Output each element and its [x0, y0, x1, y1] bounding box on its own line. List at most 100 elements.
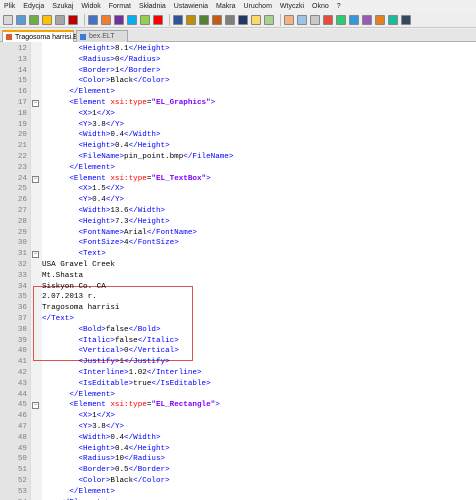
toolbar-button-icon[interactable]: [401, 14, 411, 25]
tab-bex[interactable]: bex.ELT: [76, 30, 128, 42]
menu-item[interactable]: Uruchom: [240, 3, 276, 10]
code-line[interactable]: 50 <Radius>10</Radius>: [0, 454, 476, 465]
fold-toggle-icon[interactable]: −: [32, 175, 39, 183]
code-line[interactable]: 37 </Text>: [0, 314, 476, 325]
code-line[interactable]: 24− <Element xsi:type="EL_TextBox">: [0, 174, 476, 185]
menu-item[interactable]: Okno: [308, 3, 333, 10]
toolbar-button-icon[interactable]: [336, 14, 346, 25]
line-number: 35: [17, 293, 27, 302]
line-number: 17: [17, 99, 27, 107]
code-line[interactable]: 21 <Height>0.4</Height>: [0, 141, 476, 152]
code-line[interactable]: 30 <FontSize>4</FontSize>: [0, 238, 476, 249]
toolbar-button-icon[interactable]: [284, 14, 294, 25]
code-line[interactable]: 22 <FileName>pin_point.bmp</FileName>: [0, 152, 476, 163]
code-line[interactable]: 26 <Y>0.4</Y>: [0, 195, 476, 206]
fold-toggle-icon[interactable]: −: [32, 100, 39, 107]
code-line[interactable]: 43 <IsEditable>true</IsEditable>: [0, 379, 476, 390]
code-text: <IsEditable>true</IsEditable>: [78, 379, 211, 388]
toolbar-button-icon[interactable]: [251, 14, 261, 25]
toolbar-button-icon[interactable]: [153, 14, 163, 25]
code-line[interactable]: 49 <Height>0.4</Height>: [0, 444, 476, 455]
menu-item[interactable]: ?: [333, 3, 345, 10]
toolbar-button-icon[interactable]: [68, 14, 78, 25]
code-line[interactable]: 15 <Color>Black</Color>: [0, 76, 476, 87]
code-line[interactable]: 20 <Width>0.4</Width>: [0, 130, 476, 141]
toolbar-button-icon[interactable]: [225, 14, 235, 25]
toolbar-button-icon[interactable]: [127, 14, 137, 25]
toolbar-button-icon[interactable]: [297, 14, 307, 25]
code-line[interactable]: 16 </Element>: [0, 87, 476, 98]
toolbar-button-icon[interactable]: [186, 14, 196, 25]
toolbar-button-icon[interactable]: [88, 14, 98, 25]
code-line[interactable]: 25 <X>1.5</X>: [0, 184, 476, 195]
toolbar-button-icon[interactable]: [55, 14, 65, 25]
code-line[interactable]: 40 <Vertical>0</Vertical>: [0, 346, 476, 357]
code-line[interactable]: 45− <Element xsi:type="EL_Rectangle">: [0, 400, 476, 411]
code-line[interactable]: 29 <FontName>Arial</FontName>: [0, 228, 476, 239]
code-line[interactable]: 39 <Italic>false</Italic>: [0, 336, 476, 347]
toolbar-button-icon[interactable]: [173, 14, 183, 25]
code-line[interactable]: 42 <Interline>1.02</Interline>: [0, 368, 476, 379]
code-line[interactable]: 44 </Element>: [0, 390, 476, 401]
code-text: <Element xsi:type="EL_Graphics">: [69, 99, 216, 107]
toolbar-button-icon[interactable]: [375, 14, 385, 25]
menu-item[interactable]: Ustawienia: [170, 3, 212, 10]
toolbar-button-icon[interactable]: [140, 14, 150, 25]
code-line[interactable]: 52 <Color>Black</Color>: [0, 476, 476, 487]
toolbar-button-icon[interactable]: [388, 14, 398, 25]
menu-item[interactable]: Widok: [77, 3, 104, 10]
toolbar-button-icon[interactable]: [3, 14, 13, 25]
code-line[interactable]: 38 <Bold>false</Bold>: [0, 325, 476, 336]
code-line[interactable]: 31− <Text>: [0, 249, 476, 260]
toolbar-button-icon[interactable]: [323, 14, 333, 25]
menu-item[interactable]: Składnia: [135, 3, 170, 10]
code-line[interactable]: 35 2.07.2013 r.: [0, 292, 476, 303]
menu-item[interactable]: Plik: [0, 3, 19, 10]
code-line[interactable]: 18 <X>1</X>: [0, 109, 476, 120]
code-line[interactable]: 28 <Height>7.3</Height>: [0, 217, 476, 228]
toolbar-button-icon[interactable]: [349, 14, 359, 25]
menu-item[interactable]: Makra: [212, 3, 239, 10]
fold-toggle-icon[interactable]: −: [32, 402, 39, 410]
code-line[interactable]: 17− <Element xsi:type="EL_Graphics">: [0, 98, 476, 109]
tab-label: bex.ELT: [89, 33, 115, 40]
file-icon: [80, 33, 86, 40]
toolbar-button-icon[interactable]: [114, 14, 124, 25]
code-line[interactable]: 53 </Element>: [0, 487, 476, 498]
code-line[interactable]: 46 <X>1</X>: [0, 411, 476, 422]
toolbar-button-icon[interactable]: [212, 14, 222, 25]
code-line[interactable]: 34 Siskyon Co. CA: [0, 282, 476, 293]
fold-toggle-icon[interactable]: −: [32, 251, 39, 259]
toolbar-button-icon[interactable]: [238, 14, 248, 25]
toolbar-button-icon[interactable]: [264, 14, 274, 25]
toolbar-button-icon[interactable]: [29, 14, 39, 25]
code-line[interactable]: 47 <Y>3.8</Y>: [0, 422, 476, 433]
menu-item[interactable]: Wtyczki: [276, 3, 308, 10]
code-line[interactable]: 14 <Border>1</Border>: [0, 66, 476, 77]
code-line[interactable]: 41 <Justify>1</Justify>: [0, 357, 476, 368]
code-line[interactable]: 19 <Y>3.8</Y>: [0, 120, 476, 131]
code-line[interactable]: 12 <Height>8.1</Height>: [0, 44, 476, 55]
menu-item[interactable]: Format: [105, 3, 135, 10]
code-line[interactable]: 32 USA Gravel Creek: [0, 260, 476, 271]
code-line[interactable]: 27 <Width>13.6</Width>: [0, 206, 476, 217]
code-line[interactable]: 33 Mt.Shasta: [0, 271, 476, 282]
toolbar-button-icon[interactable]: [310, 14, 320, 25]
line-number: 48: [17, 433, 27, 442]
toolbar-button-icon[interactable]: [16, 14, 26, 25]
tab-tragosoma-harrisi[interactable]: Tragosoma harrisi.ELT ×: [2, 30, 89, 42]
toolbar-button-icon[interactable]: [362, 14, 372, 25]
code-line[interactable]: 51 <Border>0.5</Border>: [0, 465, 476, 476]
code-line[interactable]: 36 Tragosoma harrisi: [0, 303, 476, 314]
toolbar-button-icon[interactable]: [199, 14, 209, 25]
code-line[interactable]: 13 <Radius>0</Radius>: [0, 55, 476, 66]
toolbar-button-icon[interactable]: [101, 14, 111, 25]
line-number: 36: [17, 304, 27, 313]
code-line[interactable]: 48 <Width>0.4</Width>: [0, 433, 476, 444]
toolbar-button-icon[interactable]: [42, 14, 52, 25]
menu-item[interactable]: Edycja: [19, 3, 48, 10]
code-editor[interactable]: 12 <Height>8.1</Height> 13 <Radius>0</Rad…: [0, 42, 476, 500]
code-line[interactable]: 23 </Element>: [0, 163, 476, 174]
code-text: <Justify>1</Justify>: [78, 358, 170, 367]
menu-item[interactable]: Szukaj: [48, 3, 77, 10]
